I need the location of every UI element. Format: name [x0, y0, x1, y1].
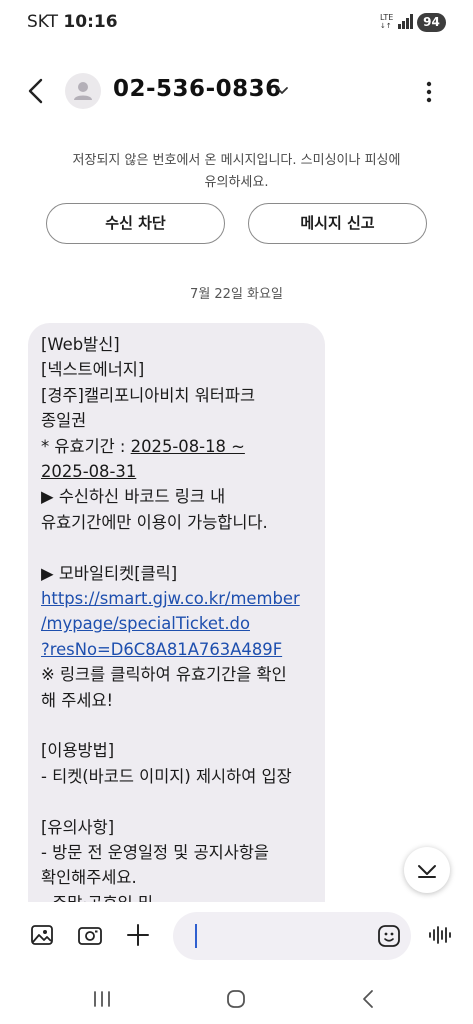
chevron-down-icon [418, 865, 436, 878]
message-line: [넥스트에너지] [41, 360, 145, 380]
lte-indicator: LTE ↓↑ [380, 13, 394, 31]
add-icon[interactable] [125, 922, 151, 948]
camera-icon[interactable] [77, 922, 103, 948]
ticket-link[interactable]: ?resNo=D6C8A81A763A489F [41, 637, 315, 662]
message-line: [경주]캘리포니아비치 워터파크 [41, 385, 256, 405]
chevron-down-icon[interactable] [273, 82, 291, 100]
back-arrow-icon[interactable] [22, 74, 52, 108]
message-line: 종일권 [41, 411, 87, 431]
warning-line-2: 유의하세요. [204, 175, 269, 190]
message-line: ▶ 수신하신 바코드 링크 내 [41, 487, 226, 507]
signal-icon [398, 14, 414, 29]
warning-line-1: 저장되지 않은 번호에서 온 메시지입니다. 스미싱이나 피싱에 [72, 153, 401, 168]
more-vert-icon[interactable] [418, 78, 440, 106]
message-line: 유효기간에만 이용이 가능합니다. [41, 512, 268, 532]
clock: 10:16 [63, 12, 118, 32]
message-input[interactable] [173, 912, 411, 960]
ticket-link[interactable]: https://smart.gjw.co.kr/member [41, 586, 315, 611]
message-line: [Web발신] [41, 335, 120, 354]
ticket-link[interactable]: /mypage/specialTicket.do [41, 611, 315, 636]
conversation-header: 02-536-0836 [0, 60, 473, 122]
contact-phone-number[interactable]: 02-536-0836 [113, 76, 282, 102]
voice-input-icon[interactable] [427, 922, 453, 948]
person-icon [74, 82, 92, 100]
recent-apps-icon[interactable] [90, 987, 114, 1011]
date-link[interactable]: 2025-08-31 [41, 462, 136, 481]
status-carrier-time: SKT 10:16 [27, 12, 118, 32]
message-line: - 방문 전 운영일정 및 공지사항을 [41, 843, 269, 863]
date-divider: 7월 22일 화요일 [190, 287, 283, 302]
message-line: ▶ 모바일티켓[클릭] [41, 563, 178, 583]
gallery-icon[interactable] [29, 922, 55, 948]
home-icon[interactable] [224, 987, 248, 1011]
back-icon[interactable] [357, 987, 381, 1011]
battery-icon: 94 [417, 13, 446, 32]
message-line: * 유효기간 : [41, 436, 131, 456]
scroll-down-button[interactable] [404, 847, 450, 893]
text-caret [195, 924, 197, 948]
message-line: [유의사항] [41, 817, 115, 837]
status-bar: SKT 10:16 LTE ↓↑ 94 [0, 0, 473, 46]
emoji-icon[interactable] [376, 923, 402, 949]
system-nav-bar [0, 975, 473, 1024]
report-message-button[interactable]: 메시지 신고 [248, 203, 427, 244]
message-line: [이용방법] [41, 741, 115, 761]
date-link[interactable]: 2025-08-18 ~ [131, 437, 245, 456]
message-bubble[interactable]: [Web발신] [넥스트에너지] [경주]캘리포니아비치 워터파크 종일권 * … [28, 323, 325, 943]
composer-bar [0, 902, 473, 970]
message-line: 해 주세요! [41, 690, 114, 710]
validity-line: * 유효기간 : 2025-08-18 ~ [41, 434, 315, 459]
message-line: ※ 링크를 클릭하여 유효기간을 확인 [41, 665, 287, 685]
message-line: - 티켓(바코드 이미지) 제시하여 입장 [41, 766, 292, 786]
unknown-sender-warning: 저장되지 않은 번호에서 온 메시지입니다. 스미싱이나 피싱에 유의하세요. [40, 150, 433, 194]
avatar[interactable] [65, 73, 101, 109]
block-sender-button[interactable]: 수신 차단 [46, 203, 225, 244]
network-type: LTE [380, 13, 394, 22]
message-line: 확인해주세요. [41, 868, 137, 888]
carrier-label: SKT [27, 12, 59, 32]
